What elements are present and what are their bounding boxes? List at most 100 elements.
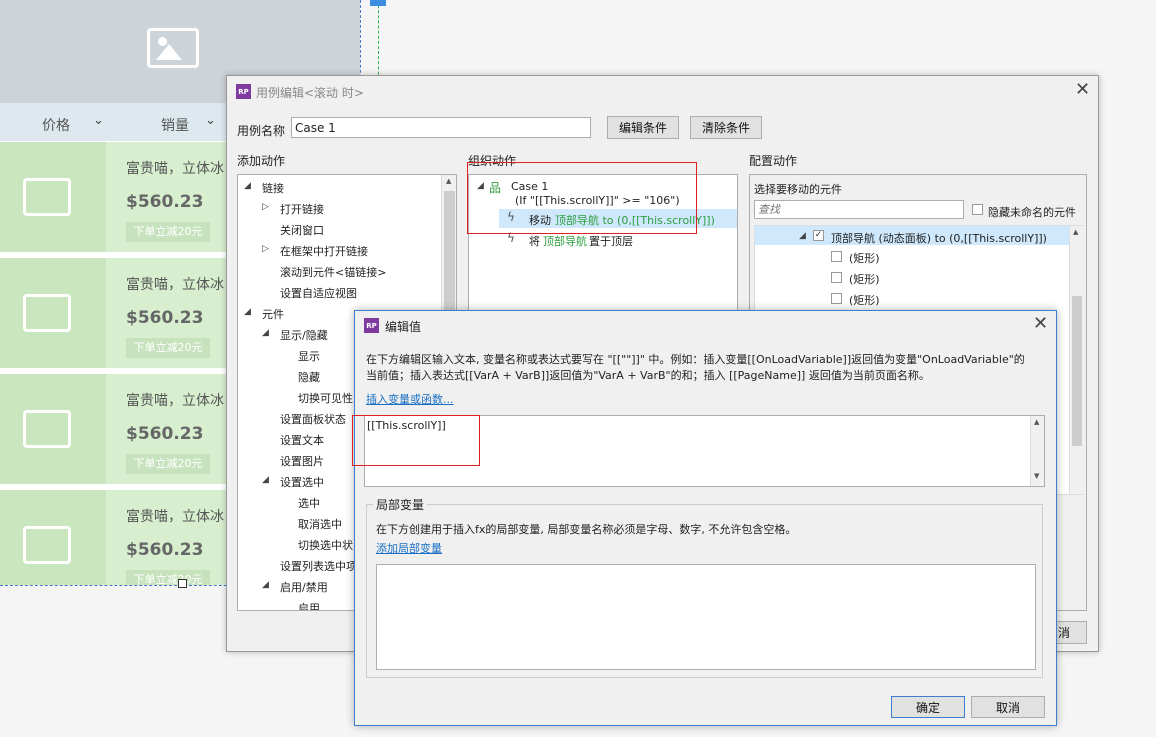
expand-icon[interactable]: ▷ xyxy=(262,244,269,254)
product-discount-badge: 下单立减20元 xyxy=(126,570,210,585)
image-icon xyxy=(23,294,71,332)
edit-condition-button[interactable]: 编辑条件 xyxy=(607,116,679,139)
hide-unnamed-checkbox[interactable] xyxy=(972,204,983,215)
action-tree-label: 设置图片 xyxy=(280,455,324,468)
product-title: 富贵喵，立体冰 xyxy=(126,161,224,177)
product-price: $560.23 xyxy=(126,424,204,444)
action-tree-label: 切换可见性 xyxy=(298,392,353,405)
insert-variable-link[interactable]: 插入变量或函数... xyxy=(366,391,454,407)
action-tree-label: 元件 xyxy=(262,308,284,321)
widget-label: 顶部导航 (动态面板) to (0,[[This.scrollY]]) xyxy=(831,232,1047,245)
action-tree-label: 设置选中 xyxy=(280,476,324,489)
action-suffix: 置于顶层 xyxy=(589,235,633,248)
scrollbar-thumb[interactable] xyxy=(1072,296,1082,446)
product-price: $560.23 xyxy=(126,308,204,328)
description-line-2: 当前值；插入表达式[[VarA + VarB]]返回值为"VarA + VarB… xyxy=(366,369,930,382)
action-tree-label: 切换选中状 xyxy=(298,539,353,552)
collapse-icon[interactable]: ◢ xyxy=(262,475,269,485)
action-tree-label: 选中 xyxy=(298,497,320,510)
action-tree-label: 隐藏 xyxy=(298,371,320,384)
collapse-icon[interactable]: ◢ xyxy=(799,231,806,241)
case-name-label: 用例名称 xyxy=(237,124,286,138)
product-price: $560.23 xyxy=(126,192,204,212)
widget-checkbox[interactable] xyxy=(831,293,842,304)
collapse-icon[interactable]: ◢ xyxy=(244,307,251,317)
action-tree-label: 取消选中 xyxy=(298,518,342,531)
scroll-up-icon[interactable]: ▲ xyxy=(446,177,451,185)
widget-checkbox[interactable] xyxy=(831,251,842,262)
action-tree-label: 关闭窗口 xyxy=(280,224,324,237)
scrollbar[interactable]: ▲ xyxy=(1069,226,1084,494)
close-icon[interactable]: ✕ xyxy=(1075,79,1090,100)
local-variables-legend: 局部变量 xyxy=(373,496,428,513)
local-variables-description: 在下方创建用于插入fx的局部变量, 局部变量名称必须是字母、数字, 不允许包含空… xyxy=(376,523,797,536)
local-variables-list[interactable] xyxy=(376,564,1036,670)
local-variables-group: 局部变量 在下方创建用于插入fx的局部变量, 局部变量名称必须是字母、数字, 不… xyxy=(366,496,1043,678)
case-name-input[interactable] xyxy=(291,117,591,138)
action-tree-label: 显示 xyxy=(298,350,320,363)
product-title: 富贵喵，立体冰 xyxy=(126,277,224,293)
cancel-button[interactable]: 取消 xyxy=(971,696,1045,718)
ok-button[interactable]: 确定 xyxy=(891,696,965,718)
chevron-down-icon[interactable]: ⌄ xyxy=(93,113,104,128)
guide-handle[interactable] xyxy=(370,0,386,6)
action-verb: 将 xyxy=(529,235,540,248)
action-tree-label: 设置文本 xyxy=(280,434,324,447)
scrollbar[interactable]: ▲ ▼ xyxy=(1030,416,1044,486)
widget-tree-row-selected[interactable]: ◢ ✓ 顶部导航 (动态面板) to (0,[[This.scrollY]]) xyxy=(755,226,1069,245)
widget-checkbox-checked[interactable]: ✓ xyxy=(813,230,824,241)
action-tree-item[interactable]: 设置自适应视图 xyxy=(238,282,438,302)
sort-sales-label[interactable]: 销量 xyxy=(161,115,189,135)
product-title: 富贵喵，立体冰 xyxy=(126,393,224,409)
widget-tree-row[interactable]: (矩形) xyxy=(755,289,1069,308)
select-widget-label: 选择要移动的元件 xyxy=(754,183,842,196)
image-icon xyxy=(147,28,199,68)
add-action-header: 添加动作 xyxy=(237,154,286,168)
action-tree-label: 打开链接 xyxy=(280,203,324,216)
add-local-variable-link[interactable]: 添加局部变量 xyxy=(376,540,442,556)
widget-tree-row[interactable]: (矩形) xyxy=(755,247,1069,266)
axure-rp-icon: RP xyxy=(364,318,379,333)
image-icon xyxy=(23,178,71,216)
widget-tree-row[interactable]: (矩形) xyxy=(755,268,1069,287)
widget-label: (矩形) xyxy=(849,294,880,307)
close-icon[interactable]: ✕ xyxy=(1033,313,1048,334)
action-tree-item[interactable]: ▷ 打开链接 xyxy=(238,198,438,218)
widget-search-input[interactable] xyxy=(754,200,964,219)
collapse-icon[interactable]: ◢ xyxy=(244,181,251,191)
action-tree-item[interactable]: 关闭窗口 xyxy=(238,219,438,239)
expand-icon[interactable]: ▷ xyxy=(262,202,269,212)
action-tree-item[interactable]: 滚动到元件<锚链接> xyxy=(238,261,438,281)
action-tree-item[interactable]: ◢ 链接 xyxy=(238,177,438,197)
product-title: 富贵喵，立体冰 xyxy=(126,509,224,525)
action-tree-label: 启用 xyxy=(298,602,320,611)
action-tree-label: 在框架中打开链接 xyxy=(280,245,368,258)
dialog-title: 编辑值 xyxy=(385,320,422,334)
action-tree-label: 链接 xyxy=(262,182,284,195)
widget-checkbox[interactable] xyxy=(831,272,842,283)
collapse-icon[interactable]: ◢ xyxy=(262,580,269,590)
image-icon xyxy=(23,526,71,564)
config-action-header: 配置动作 xyxy=(749,154,798,168)
scroll-up-icon[interactable]: ▲ xyxy=(1073,228,1078,236)
description-line-1: 在下方编辑区输入文本, 变量名称或表达式要写在 "[[""]]" 中。例如：插入… xyxy=(366,353,1025,366)
collapse-icon[interactable]: ◢ xyxy=(262,328,269,338)
scroll-up-icon[interactable]: ▲ xyxy=(1034,418,1039,426)
action-tree-label: 设置自适应视图 xyxy=(280,287,357,300)
product-discount-badge: 下单立减20元 xyxy=(126,222,210,242)
product-discount-badge: 下单立减20元 xyxy=(126,338,210,358)
action-tree-item[interactable]: ▷ 在框架中打开链接 xyxy=(238,240,438,260)
scroll-down-icon[interactable]: ▼ xyxy=(1034,472,1039,480)
widget-label: (矩形) xyxy=(849,273,880,286)
dialog-title: 用例编辑<滚动 时> xyxy=(256,86,364,100)
product-thumbnail xyxy=(0,490,106,585)
product-thumbnail xyxy=(0,258,106,368)
selection-handle[interactable] xyxy=(178,579,187,588)
sort-price-label[interactable]: 价格 xyxy=(42,115,70,135)
chevron-down-icon[interactable]: ⌄ xyxy=(205,113,216,128)
clear-condition-button[interactable]: 清除条件 xyxy=(690,116,762,139)
axure-rp-icon: RP xyxy=(236,84,251,99)
action-tree-label: 设置列表选中项 xyxy=(280,560,357,573)
action-target: 顶部导航 xyxy=(543,235,587,248)
product-thumbnail xyxy=(0,374,106,484)
